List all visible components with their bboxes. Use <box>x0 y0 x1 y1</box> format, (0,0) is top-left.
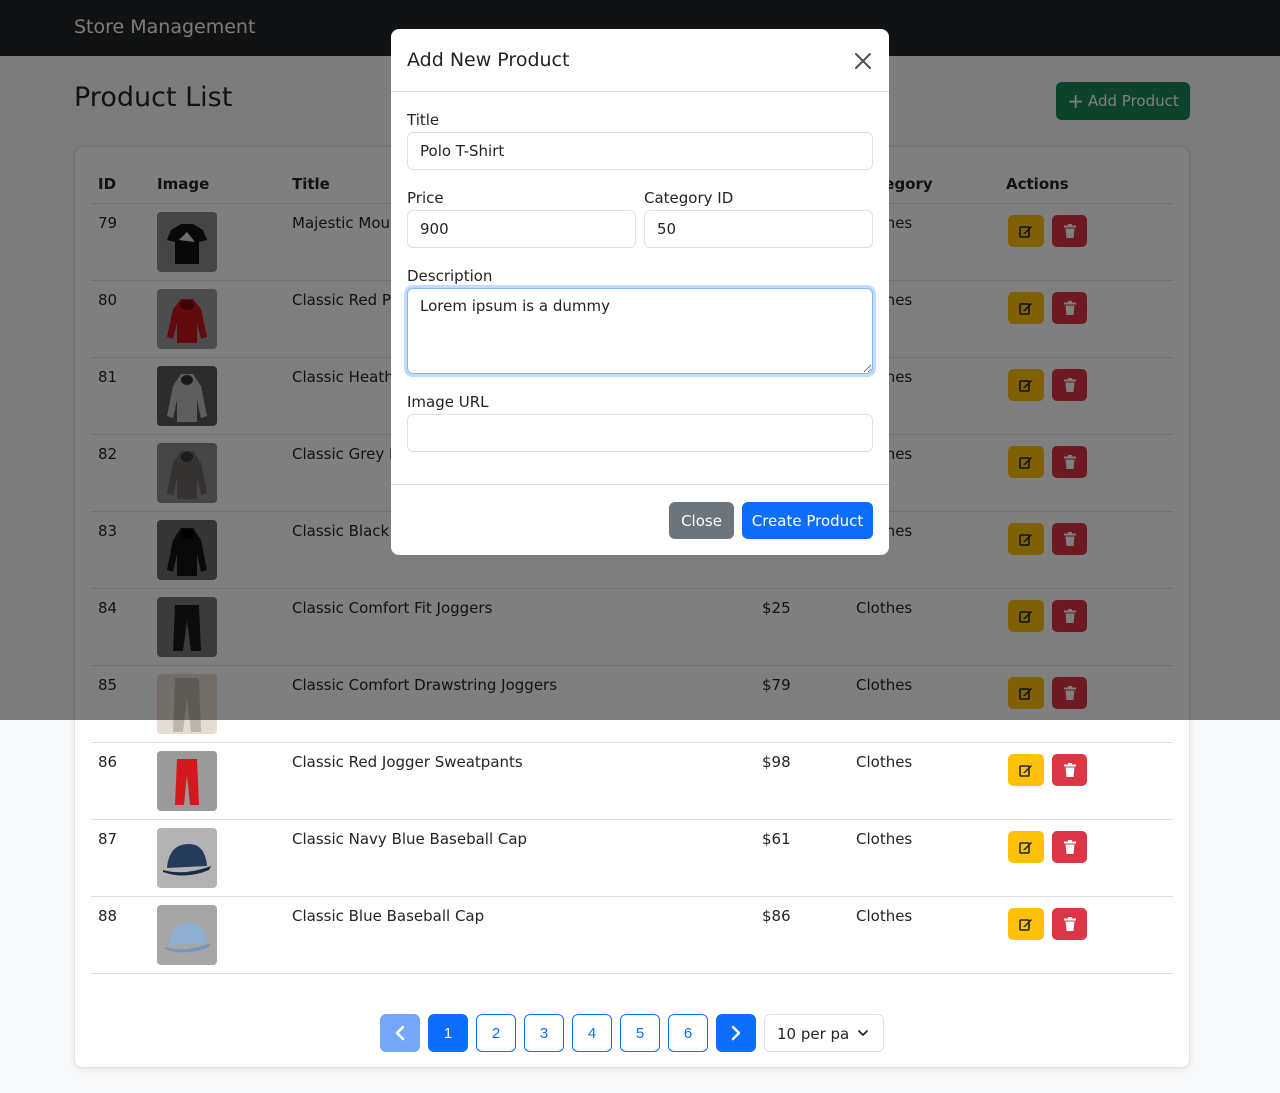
row-price: $98 <box>762 753 791 771</box>
product-image <box>157 751 217 811</box>
page-2-button[interactable]: 2 <box>476 1014 516 1052</box>
price-input[interactable] <box>407 210 636 248</box>
description-label: Description <box>407 267 493 285</box>
row-title: Classic Red Jogger Sweatpants <box>292 753 523 771</box>
edit-icon <box>1019 765 1032 777</box>
modal-footer: Close Create Product <box>391 484 889 555</box>
delete-button[interactable] <box>1052 754 1087 786</box>
modal-title: Add New Product <box>407 49 570 71</box>
row-category: Clothes <box>856 907 913 925</box>
trash-icon <box>1063 763 1076 777</box>
table-row: 88 Classic Blue Baseball Cap $86 Clothes <box>91 897 1173 974</box>
row-id: 87 <box>98 830 118 848</box>
modal-header: Add New Product <box>391 29 889 92</box>
page-5-button[interactable]: 5 <box>620 1014 660 1052</box>
edit-icon <box>1019 842 1032 854</box>
title-label: Title <box>407 111 440 129</box>
modal-close-button[interactable] <box>853 51 873 71</box>
edit-button[interactable] <box>1008 908 1044 940</box>
add-product-modal: Add New Product Title Price Category ID … <box>391 29 889 555</box>
prev-page-button[interactable] <box>380 1014 420 1052</box>
row-category: Clothes <box>856 830 913 848</box>
price-label: Price <box>407 189 444 207</box>
close-button[interactable]: Close <box>669 502 734 539</box>
chevron-left-icon <box>395 1025 405 1041</box>
create-product-button[interactable]: Create Product <box>742 502 873 539</box>
page-4-button[interactable]: 4 <box>572 1014 612 1052</box>
delete-button[interactable] <box>1052 831 1087 863</box>
category-id-input[interactable] <box>644 210 873 248</box>
delete-button[interactable] <box>1052 908 1087 940</box>
product-image <box>157 905 217 965</box>
row-category: Clothes <box>856 753 913 771</box>
product-image <box>157 828 217 888</box>
row-price: $61 <box>762 830 791 848</box>
edit-button[interactable] <box>1008 831 1044 863</box>
image-url-label: Image URL <box>407 393 489 411</box>
row-id: 86 <box>98 753 118 771</box>
per-page-value: 10 per page <box>777 1025 849 1043</box>
category-id-label: Category ID <box>644 189 734 207</box>
page-1-button[interactable]: 1 <box>428 1014 468 1052</box>
chevron-right-icon <box>731 1025 741 1041</box>
next-page-button[interactable] <box>716 1014 756 1052</box>
close-icon <box>855 53 871 69</box>
description-textarea[interactable]: Lorem ipsum is a dummy <box>407 288 873 374</box>
row-title: Classic Blue Baseball Cap <box>292 907 485 925</box>
image-url-input[interactable] <box>407 414 873 452</box>
per-page-select[interactable]: 10 per page <box>764 1014 884 1052</box>
table-row: 87 Classic Navy Blue Baseball Cap $61 Cloth… <box>91 820 1173 897</box>
row-id: 88 <box>98 907 118 925</box>
row-title: Classic Navy Blue Baseball Cap <box>292 830 528 848</box>
chevron-down-icon <box>858 1030 868 1036</box>
edit-icon <box>1019 919 1032 931</box>
page-6-button[interactable]: 6 <box>668 1014 708 1052</box>
page-3-button[interactable]: 3 <box>524 1014 564 1052</box>
trash-icon <box>1063 917 1076 931</box>
row-price: $86 <box>762 907 791 925</box>
table-row: 86 Classic Red Jogger Sweatpants $98 Clothe… <box>91 743 1173 820</box>
trash-icon <box>1063 840 1076 854</box>
edit-button[interactable] <box>1008 754 1044 786</box>
title-input[interactable] <box>407 132 873 170</box>
